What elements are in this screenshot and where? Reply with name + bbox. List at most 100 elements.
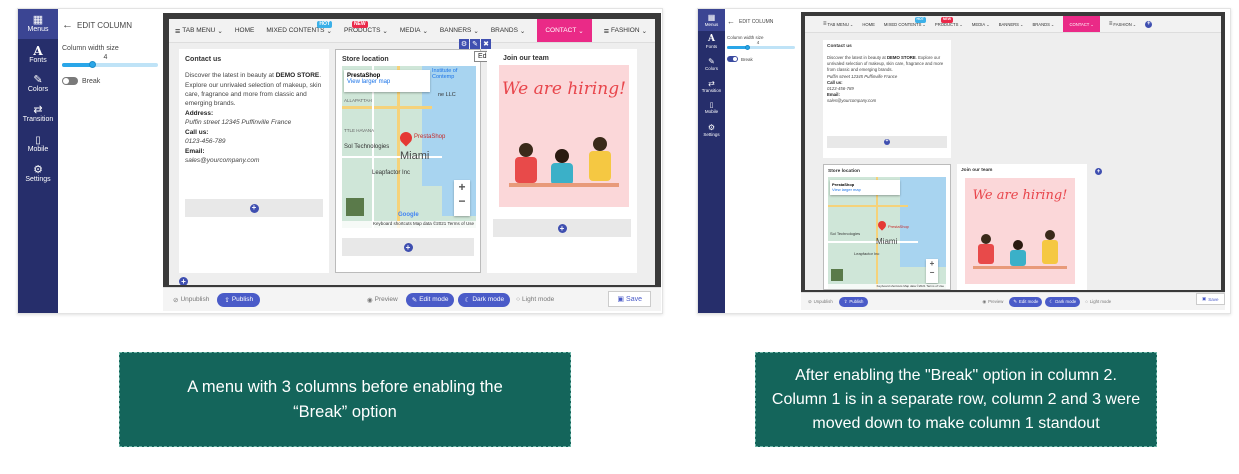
store-map[interactable]: PrestaShop View larger map ne LLC Institu… xyxy=(342,66,476,228)
delete-icon[interactable]: ✖ xyxy=(481,39,491,49)
nav-fashion[interactable]: ≡ FASHION ⌄ xyxy=(604,19,647,42)
zoom-out-icon[interactable]: − xyxy=(930,268,935,277)
satellite-thumbnail[interactable] xyxy=(346,198,364,216)
edit-mode-button[interactable]: ✎ Edit mode xyxy=(405,292,455,307)
nav-products[interactable]: PRODUCTS ⌄ NEW xyxy=(935,16,963,32)
rail-item-colors[interactable]: ✎ Colors xyxy=(698,53,725,75)
arrow-left-icon: ← xyxy=(62,19,73,31)
publish-button[interactable]: ⇪ Publish xyxy=(838,296,869,307)
column-store-location[interactable]: Store location PrestaShop View larger map… xyxy=(335,49,481,273)
add-menu-button[interactable]: + xyxy=(1145,20,1153,28)
nav-media[interactable]: MEDIA ⌄ xyxy=(972,16,990,32)
satellite-thumbnail[interactable] xyxy=(831,269,843,281)
larger-map-link[interactable]: View larger map xyxy=(832,187,898,192)
chevron-down-icon: ⌄ xyxy=(519,27,526,35)
gear-icon: ⚙ xyxy=(707,122,716,132)
light-mode-button[interactable]: ○ Light mode xyxy=(1083,297,1113,306)
rail-item-menus[interactable]: ▦ Menus xyxy=(698,9,725,31)
nav-home[interactable]: HOME xyxy=(862,16,875,32)
rail-item-settings[interactable]: ⚙ Settings xyxy=(18,159,58,189)
add-block-button[interactable]: + xyxy=(249,203,259,213)
back-to-menu[interactable]: ← EDIT COLUMN xyxy=(58,9,163,31)
map-zoom-control[interactable]: + − xyxy=(926,259,938,283)
slider-handle[interactable] xyxy=(89,61,96,68)
nav-tab-menu[interactable]: ≡ TAB MENU ⌄ xyxy=(175,19,223,42)
nav-tab-menu[interactable]: ≡ TAB MENU ⌄ xyxy=(823,16,853,32)
rail-item-settings[interactable]: ⚙ Settings xyxy=(698,119,725,141)
shuffle-icon: ⇄ xyxy=(33,104,43,116)
store-map[interactable]: PrestaShop View larger map Sol Technologi… xyxy=(828,177,946,289)
map-zoom-control[interactable]: + − xyxy=(454,180,470,216)
nav-home[interactable]: HOME xyxy=(235,19,255,42)
column-contact[interactable]: Contact us Discover the latest in beauty… xyxy=(823,40,951,158)
nav-banners[interactable]: BANNERS ⌄ xyxy=(999,16,1024,32)
rail-item-menus[interactable]: ▦ Menus xyxy=(18,9,58,39)
chevron-down-icon: ⌄ xyxy=(1019,21,1024,27)
add-block-button[interactable]: + xyxy=(403,242,413,252)
brush-icon: ✎ xyxy=(33,74,43,86)
hiring-banner: We are hiring! xyxy=(965,178,1075,284)
rail-item-colors[interactable]: ✎ Colors xyxy=(18,69,58,99)
preview-button[interactable]: ◉ Preview xyxy=(363,293,402,307)
chevron-down-icon: ⌄ xyxy=(473,27,479,35)
rail-item-transition[interactable]: ⇄ Transition xyxy=(698,75,725,97)
unpublish-button[interactable]: ⊘ Unpublish xyxy=(805,297,836,307)
slider-handle[interactable] xyxy=(745,45,750,50)
chevron-down-icon: ⌄ xyxy=(382,27,388,35)
width-value: 4 xyxy=(103,54,108,61)
rail-item-fonts[interactable]: A Fonts xyxy=(18,39,58,69)
add-block-button[interactable]: + xyxy=(884,138,890,145)
larger-map-link[interactable]: View larger map xyxy=(347,79,427,85)
column-contact[interactable]: Contact us Discover the latest in beauty… xyxy=(179,49,329,273)
zoom-in-icon[interactable]: + xyxy=(930,259,935,268)
width-slider[interactable] xyxy=(727,45,795,50)
save-button[interactable]: ▣ Save xyxy=(1196,293,1225,305)
nav-mixed-contents[interactable]: MIXED CONTENTS ⌄ HOT xyxy=(884,16,926,32)
add-row-button[interactable]: + xyxy=(179,277,188,285)
nav-mixed-contents[interactable]: MIXED CONTENTS ⌄ HOT xyxy=(266,19,332,42)
publish-button[interactable]: ⇪ Publish xyxy=(217,292,261,307)
light-mode-button[interactable]: ○ Light mode xyxy=(514,293,556,306)
menu-icon: ≡ xyxy=(1108,21,1113,27)
edit-icon[interactable]: ✎ xyxy=(470,39,480,49)
column-join-team[interactable]: Join our team We are hiring! xyxy=(957,164,1087,290)
arrow-left-icon: ← xyxy=(727,17,735,26)
add-block-button[interactable]: + xyxy=(557,223,567,233)
column-store-location[interactable]: Store location PrestaShop View larger map… xyxy=(823,164,951,290)
break-toggle[interactable] xyxy=(727,56,738,62)
back-to-menu[interactable]: ← EDIT COLUMN xyxy=(725,9,801,26)
dark-mode-button[interactable]: ☾ Dark mode xyxy=(458,292,511,307)
chevron-down-icon: ⌄ xyxy=(1050,21,1055,27)
preview-button[interactable]: ◉ Preview xyxy=(979,297,1006,307)
edit-mode-button[interactable]: ✎ Edit mode xyxy=(1009,296,1043,307)
nav-brands[interactable]: BRANDS ⌄ xyxy=(1032,16,1054,32)
map-info-card: PrestaShop View larger map xyxy=(344,70,430,92)
nav-products[interactable]: PRODUCTS ⌄ NEW xyxy=(344,19,388,42)
break-toggle[interactable] xyxy=(62,77,78,85)
nav-media[interactable]: MEDIA ⌄ xyxy=(400,19,428,42)
unpublish-button[interactable]: ⊘ Unpublish xyxy=(169,293,213,307)
sun-icon: ○ xyxy=(516,296,521,303)
rail-item-mobile[interactable]: ▯ Mobile xyxy=(698,97,725,119)
nav-contact[interactable]: CONTACT ⌄ xyxy=(1063,16,1100,32)
chevron-down-icon: ⌄ xyxy=(959,21,963,27)
width-value: 4 xyxy=(756,40,760,45)
settings-icon[interactable]: ⚙ xyxy=(459,39,469,49)
bottom-bar: ⊘ Unpublish ⇪ Publish ◉ Preview ✎ Edit mode … xyxy=(801,292,1225,310)
add-block-row: + xyxy=(342,238,474,256)
nav-brands[interactable]: BRANDS ⌄ xyxy=(491,19,526,42)
hot-badge: HOT xyxy=(914,17,926,23)
save-button[interactable]: ▣ Save xyxy=(608,291,651,307)
rail-item-fonts[interactable]: A Fonts xyxy=(698,31,725,53)
add-column-button[interactable]: + xyxy=(1095,168,1102,175)
nav-fashion[interactable]: ≡ FASHION ⌄ xyxy=(1109,16,1136,32)
column-title: Join our team xyxy=(503,55,549,62)
zoom-in-icon[interactable]: + xyxy=(458,180,465,194)
nav-contact[interactable]: CONTACT ⌄ xyxy=(537,19,592,42)
dark-mode-button[interactable]: ☾ Dark mode xyxy=(1045,296,1081,307)
rail-item-transition[interactable]: ⇄ Transition xyxy=(18,99,58,129)
zoom-out-icon[interactable]: − xyxy=(458,194,465,208)
column-join-team[interactable]: Join our team We are hiring! + xyxy=(487,49,637,273)
rail-item-mobile[interactable]: ▯ Mobile xyxy=(18,129,58,159)
width-slider[interactable] xyxy=(62,61,158,68)
